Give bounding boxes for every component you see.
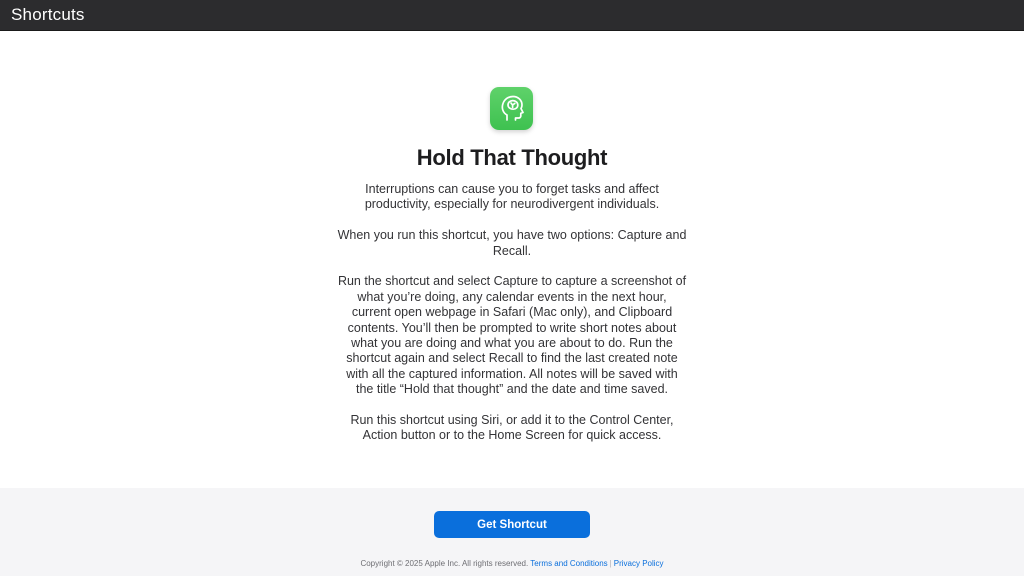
description-paragraph: Interruptions can cause you to forget ta… [364, 182, 660, 212]
get-shortcut-button[interactable]: Get Shortcut [434, 511, 590, 538]
description-paragraph: Run the shortcut and select Capture to c… [337, 274, 687, 397]
shortcut-detail: Hold That Thought Interruptions can caus… [0, 31, 1024, 488]
description-paragraph: Run this shortcut using Siri, or add it … [350, 413, 674, 443]
terms-link[interactable]: Terms and Conditions [530, 559, 607, 568]
shortcut-title: Hold That Thought [416, 145, 608, 170]
legal-separator: | [609, 559, 612, 568]
head-brain-icon [490, 87, 533, 130]
footer: Get Shortcut Copyright © 2025 Apple Inc.… [0, 488, 1024, 576]
copyright-text: Copyright © 2025 Apple Inc. All rights r… [360, 559, 529, 568]
privacy-link[interactable]: Privacy Policy [614, 559, 664, 568]
window-title: Shortcuts [11, 5, 85, 24]
legal-line: Copyright © 2025 Apple Inc. All rights r… [0, 559, 1024, 568]
window-titlebar: Shortcuts [0, 0, 1024, 31]
shortcut-description: Interruptions can cause you to forget ta… [337, 182, 687, 459]
description-paragraph: When you run this shortcut, you have two… [337, 228, 687, 258]
